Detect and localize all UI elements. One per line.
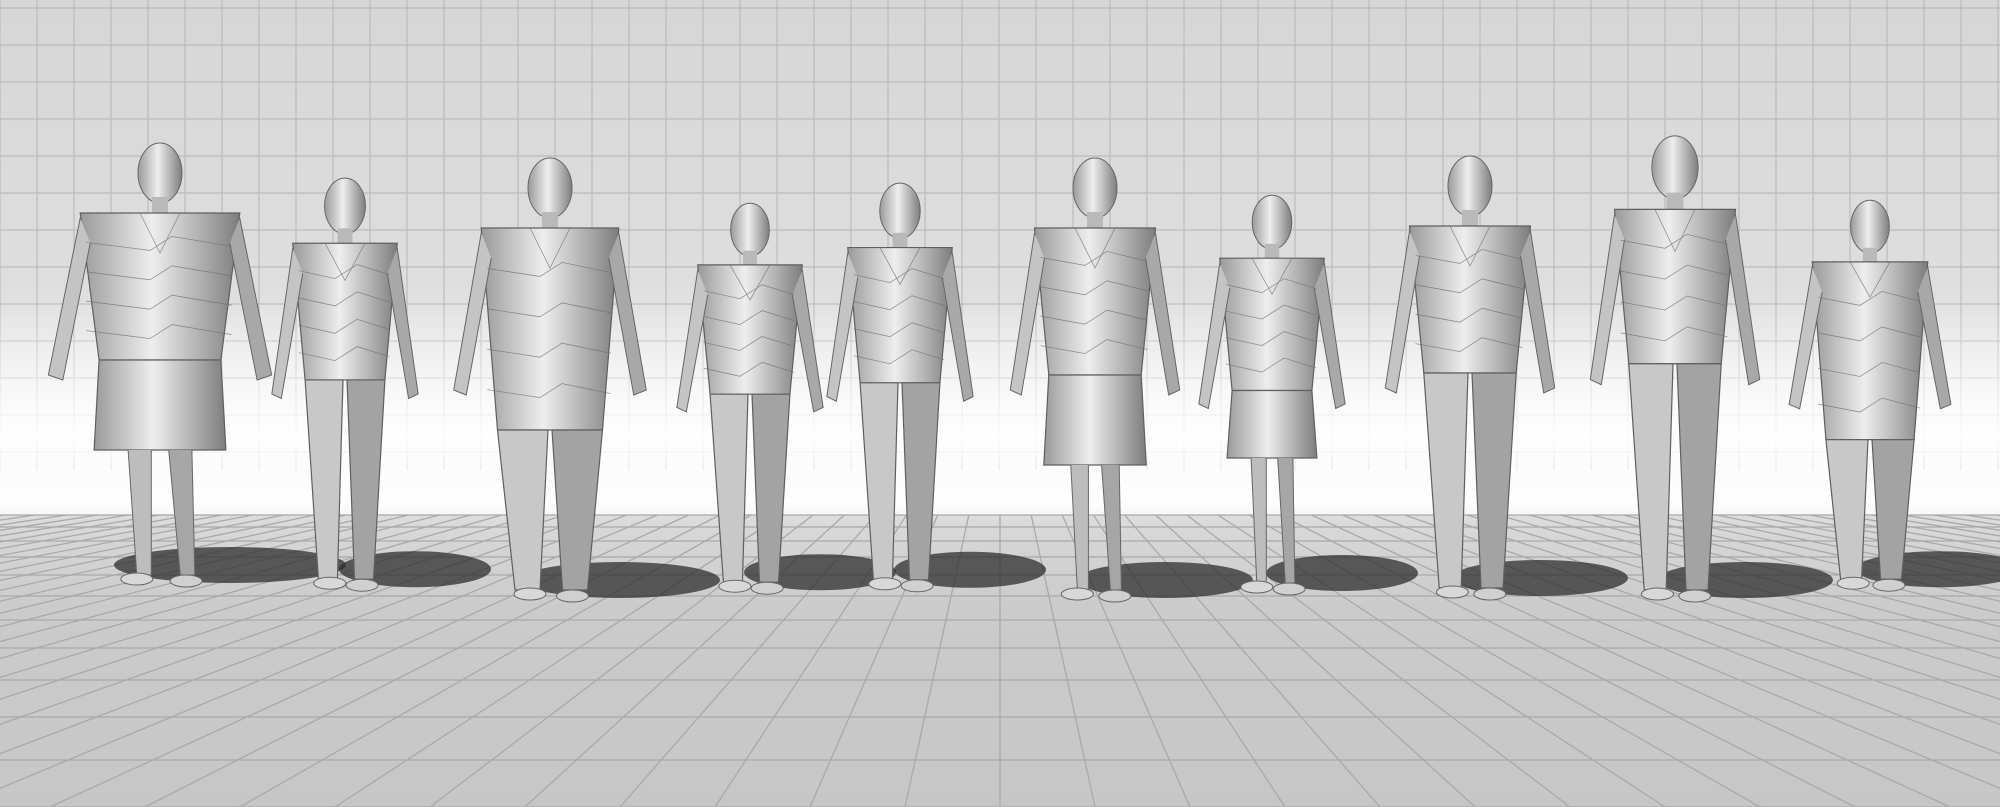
figure-left-foot	[313, 576, 347, 590]
figure-shorts	[1043, 374, 1147, 466]
figure-left-arm	[1198, 263, 1231, 410]
figure-right-foot	[900, 579, 934, 593]
figure-left-foot	[1060, 587, 1094, 601]
figure-left-leg	[859, 382, 899, 581]
figure-left-foot	[1435, 585, 1469, 599]
figure-right-arm	[1917, 266, 1952, 410]
figure-right-foot	[1098, 589, 1132, 603]
figure-head	[730, 202, 770, 257]
figure-head	[137, 142, 183, 204]
figure-shorts	[93, 359, 227, 451]
figure-torso	[847, 246, 953, 384]
figure-torso	[1613, 208, 1737, 365]
figure-right-leg	[751, 393, 791, 583]
figure-left-arm	[826, 252, 859, 402]
figure-right-leg	[346, 379, 386, 580]
figure-right-arm	[1725, 214, 1761, 386]
figure-torso	[480, 227, 620, 431]
figure-head	[879, 182, 921, 239]
figure-head	[1072, 157, 1118, 219]
figure-right-foot	[750, 581, 784, 595]
figure-left-arm	[453, 232, 492, 396]
figure-torso	[1033, 227, 1157, 376]
figure-right-arm	[1313, 263, 1346, 410]
figure-left-arm	[1009, 232, 1045, 396]
figure-left-foot	[1836, 576, 1870, 590]
figure-left-arm	[1384, 230, 1420, 394]
figure-right-foot	[1473, 587, 1507, 601]
figure-man-long-coat	[1788, 199, 2000, 592]
figure-head	[1447, 155, 1493, 217]
figure-head	[1251, 194, 1293, 250]
figure-right-foot	[1872, 578, 1906, 592]
figure-left-foot	[868, 577, 902, 591]
figure-head	[1651, 135, 1699, 200]
figure-torso	[1219, 257, 1325, 392]
figure-head	[1850, 199, 1890, 254]
figure-left-foot	[718, 579, 752, 593]
figure-left-foot	[120, 572, 154, 586]
figure-right-arm	[1520, 230, 1556, 394]
figure-right-arm	[791, 269, 824, 413]
figure-man-jacket	[453, 157, 720, 603]
figure-left-foot	[1640, 587, 1674, 601]
figure-left-foot	[1240, 580, 1274, 594]
figure-left-leg	[709, 393, 749, 583]
figure-right-arm	[941, 252, 974, 402]
figure-left-arm	[1589, 214, 1625, 386]
figure-woman-skirt	[1198, 194, 1418, 596]
figure-left-arm	[271, 248, 304, 400]
figure-left-leg	[304, 379, 344, 580]
figure-left-arm	[1788, 266, 1823, 410]
figure-torso	[292, 242, 398, 381]
figure-torso	[697, 264, 803, 395]
figure-left-leg	[1250, 457, 1267, 584]
figure-right-arm	[386, 248, 419, 400]
figure-left-arm	[676, 269, 709, 413]
figure-right-foot	[345, 578, 379, 592]
figure-head	[527, 157, 573, 219]
figure-left-leg	[496, 429, 549, 591]
figure-right-leg	[901, 382, 941, 581]
figure-head	[324, 177, 366, 235]
figure-torso	[1408, 225, 1532, 374]
figure-left-leg	[1070, 464, 1089, 591]
figure-right-foot	[169, 574, 203, 588]
figure-right-leg	[1471, 372, 1517, 589]
figure-man-shorts	[1009, 157, 1253, 603]
figure-left-leg	[1423, 372, 1469, 589]
figure-torso	[79, 212, 241, 361]
figure-right-arm	[608, 232, 647, 396]
figure-right-leg	[1676, 363, 1722, 591]
figure-right-foot	[1678, 589, 1712, 603]
render-scene	[0, 0, 2000, 807]
figure-heavy-man-shorts	[47, 142, 346, 588]
figure-left-leg	[1825, 439, 1869, 580]
figure-shadow	[520, 562, 720, 598]
figure-right-arm	[1145, 232, 1181, 396]
figure-right-arm	[229, 217, 273, 381]
figure-right-foot	[1272, 582, 1306, 596]
figure-left-leg	[1628, 363, 1674, 591]
figure-right-foot	[556, 589, 589, 603]
figure-torso	[1811, 261, 1929, 441]
figure-left-arm	[47, 217, 91, 381]
figure-left-foot	[513, 587, 547, 601]
figure-shorts	[1226, 389, 1318, 459]
figures-layer	[47, 135, 2000, 603]
